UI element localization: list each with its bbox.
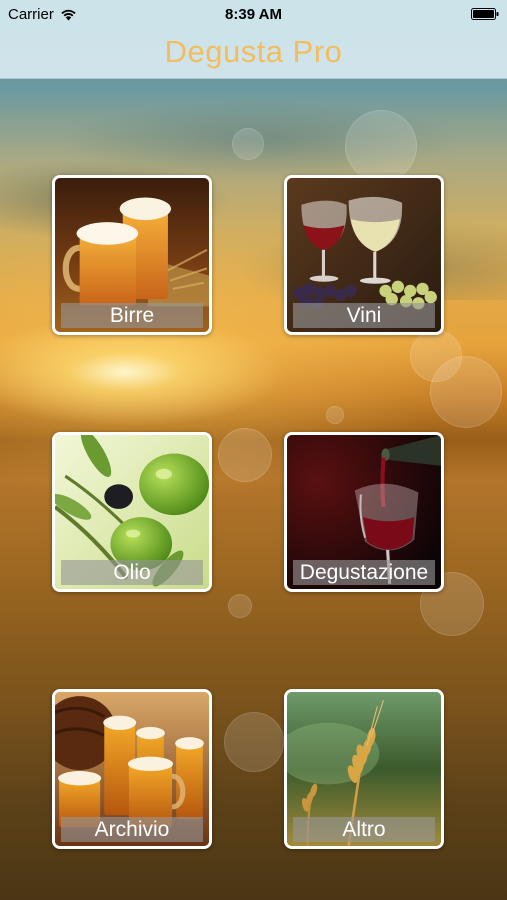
tile-olio[interactable]: Olio [52,432,212,592]
tile-vini[interactable]: Vini [284,175,444,335]
bokeh-light [224,712,284,772]
tile-label: Vini [293,303,435,328]
app-screen: Carrier 8:39 AM Degusta Pro Birre Vini O… [0,0,507,900]
tile-label: Archivio [61,817,203,842]
battery-icon [471,8,499,20]
tile-birre[interactable]: Birre [52,175,212,335]
tile-degustazione[interactable]: Degustazione [284,432,444,592]
tile-label: Olio [61,560,203,585]
bokeh-light [218,428,272,482]
tile-archivio[interactable]: Archivio [52,689,212,849]
tile-label: Altro [293,817,435,842]
bokeh-light [228,594,252,618]
tile-label: Degustazione [293,560,435,585]
navigation-bar: Carrier 8:39 AM Degusta Pro [0,0,507,79]
bokeh-light [232,128,264,160]
bokeh-light [345,110,417,182]
tile-label: Birre [61,303,203,328]
bokeh-light [430,356,502,428]
app-title: Degusta Pro [164,34,343,69]
status-bar: Carrier 8:39 AM [0,0,507,28]
bokeh-light [326,406,344,424]
status-time: 8:39 AM [225,6,282,23]
tile-altro[interactable]: Altro [284,689,444,849]
